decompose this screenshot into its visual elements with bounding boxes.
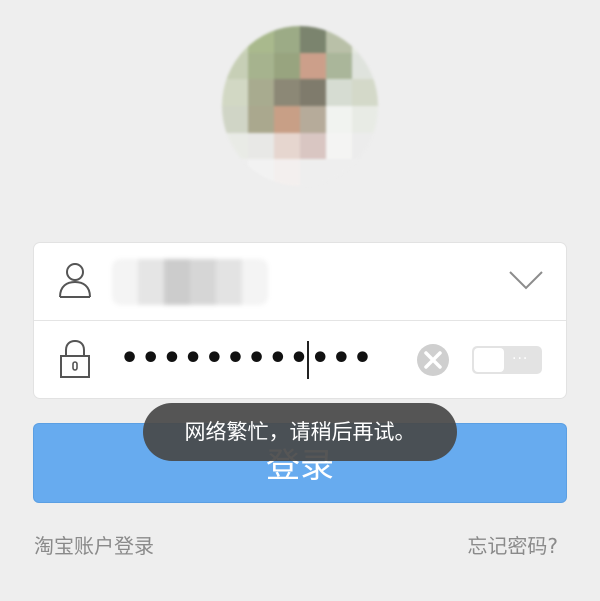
user-icon xyxy=(59,263,91,298)
avatar xyxy=(222,26,378,186)
clear-icon[interactable] xyxy=(416,343,450,377)
toast-message: 网络繁忙，请稍后再试。 xyxy=(143,403,457,461)
text-cursor xyxy=(307,341,309,379)
login-form: •••••••••••• ··· xyxy=(34,243,566,398)
password-visibility-toggle[interactable]: ··· xyxy=(472,346,542,374)
password-row[interactable]: •••••••••••• ··· xyxy=(34,321,566,398)
password-input[interactable]: •••••••••••• xyxy=(120,339,374,379)
username-row[interactable] xyxy=(34,243,566,321)
chevron-down-icon[interactable] xyxy=(508,268,544,292)
forgot-password-link[interactable]: 忘记密码? xyxy=(467,530,558,559)
taobao-account-login-link[interactable]: 淘宝账户登录 xyxy=(34,530,154,559)
toggle-dots: ··· xyxy=(512,351,529,367)
lock-icon xyxy=(60,339,90,378)
username-field[interactable] xyxy=(112,259,268,305)
toggle-knob xyxy=(474,348,504,372)
